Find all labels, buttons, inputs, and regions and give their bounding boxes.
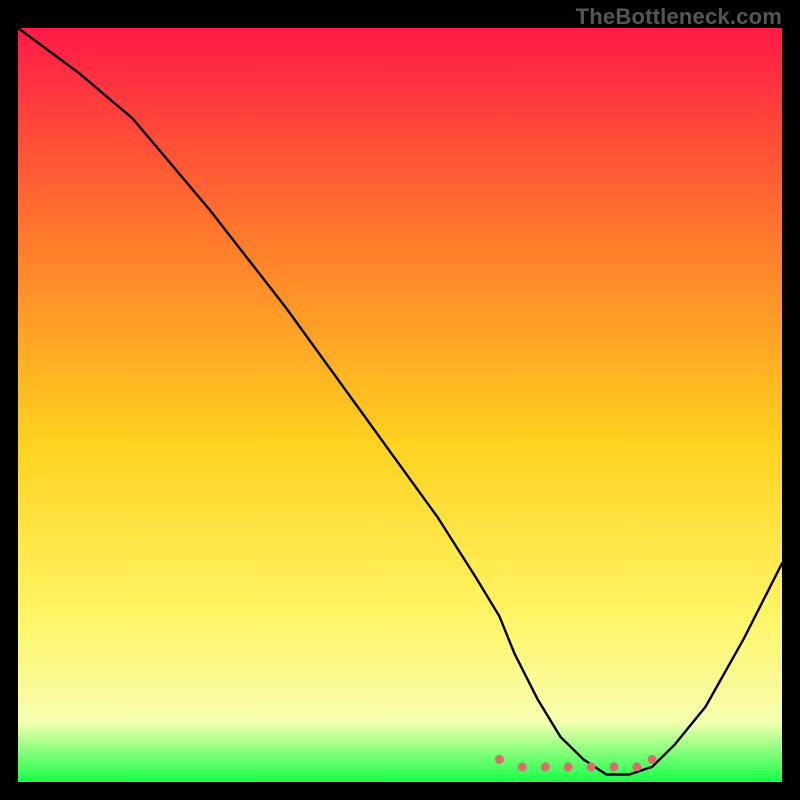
optimal-dot [632,762,641,771]
optimal-dot [609,762,618,771]
chart-frame [18,28,782,782]
optimal-dot [564,762,573,771]
optimal-dot [587,762,596,771]
gradient-background [18,28,782,782]
watermark-text: TheBottleneck.com [576,4,782,30]
optimal-dot [648,755,657,764]
optimal-dot [541,762,550,771]
bottleneck-chart [18,28,782,782]
optimal-dot [495,755,504,764]
optimal-dot [518,762,527,771]
